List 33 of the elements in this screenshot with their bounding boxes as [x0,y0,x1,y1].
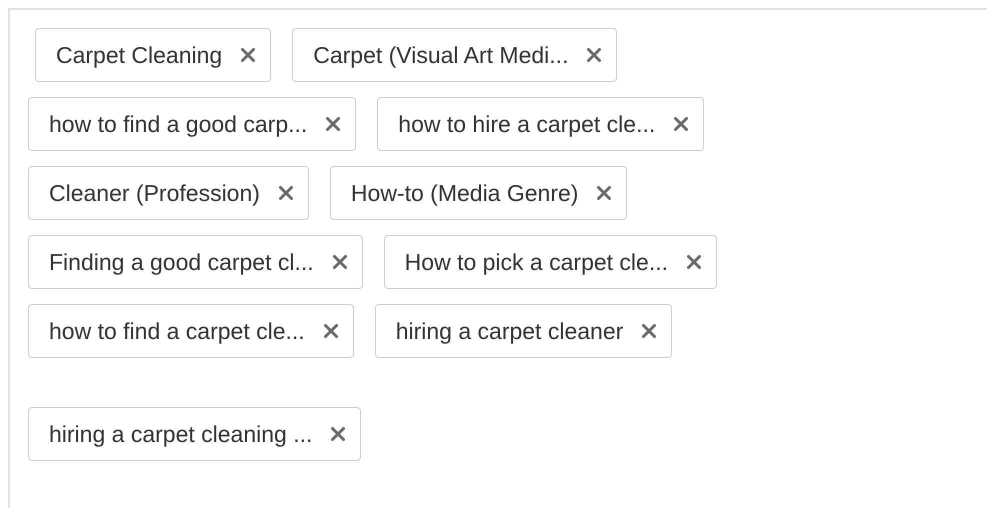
remove-tag-button[interactable] [596,185,612,201]
tag-label: Carpet (Visual Art Medi... [313,42,568,68]
remove-tag-button[interactable] [641,323,658,339]
remove-tag-button[interactable] [332,254,348,270]
close-icon [330,426,346,442]
close-icon [641,323,658,339]
tag-label: Cleaner (Profession) [49,180,260,206]
tag-label: Finding a good carpet cl... [49,248,314,276]
remove-tag-button[interactable] [330,426,346,442]
close-icon [596,185,612,201]
tag-label: hiring a carpet cleaner [396,318,624,344]
remove-tag-button[interactable] [278,185,294,201]
tag-label: How-to (Media Genre) [350,180,578,206]
remove-tag-button[interactable] [673,116,690,132]
close-icon [278,185,294,201]
close-icon [673,116,690,132]
remove-tag-button[interactable] [586,47,602,63]
close-icon [686,254,702,270]
remove-tag-button[interactable] [325,116,342,132]
close-icon [332,254,348,270]
tag-label: how to find a good carp... [49,110,308,138]
tag-label: How to pick a carpet cle... [404,248,668,276]
remove-tag-button[interactable] [240,47,256,63]
remove-tag-button[interactable] [322,323,339,339]
tag-label: how to hire a carpet cle... [398,110,656,138]
close-icon [325,116,342,132]
tag-label: how to find a carpet cle... [49,318,305,344]
close-icon [240,47,256,63]
tag-label: Carpet Cleaning [56,42,222,68]
close-icon [586,47,602,63]
remove-tag-button[interactable] [686,254,702,270]
tag-label: hiring a carpet cleaning ... [49,420,312,448]
close-icon [322,323,339,339]
